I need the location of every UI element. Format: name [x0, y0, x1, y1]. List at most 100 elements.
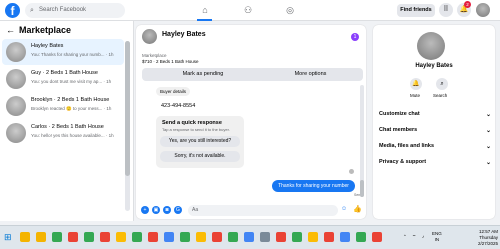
section-label: Customize chat: [379, 111, 420, 117]
contact-avatar[interactable]: [142, 29, 157, 44]
marketplace-sidebar: ← Marketplace Hayley Bates You: Thanks f…: [0, 21, 134, 221]
chrome-icon[interactable]: [100, 232, 110, 242]
clock-date: 2/27/2025: [477, 241, 498, 246]
quick-response-subtitle: Tap a response to send it to the buyer.: [162, 127, 230, 132]
camera-icon[interactable]: ▣: [152, 206, 160, 214]
quick-response-option[interactable]: Yes, are you still interested?: [160, 136, 240, 147]
back-arrow-icon[interactable]: ←: [6, 25, 15, 35]
chrome-icon[interactable]: [276, 232, 286, 242]
emoji-icon[interactable]: ☺: [341, 206, 347, 212]
menu-grid-icon[interactable]: ⠿: [439, 3, 453, 17]
find-friends-button[interactable]: Find friends: [397, 4, 435, 17]
thread-item[interactable]: Carlos · 2 Beds 1 Bath House You: hello!…: [2, 120, 124, 146]
chrome-icon[interactable]: [180, 232, 190, 242]
thread-thumbnail: [6, 96, 26, 116]
gif-icon[interactable]: G: [174, 206, 182, 214]
chevron-down-icon: ⌄: [485, 112, 491, 118]
search-icon[interactable]: ⌕: [436, 78, 448, 90]
sidebar-scrollbar-thumb[interactable]: [125, 41, 130, 176]
media-files-links-row[interactable]: Media, files and links ⌄: [379, 143, 491, 153]
chrome-icon[interactable]: [84, 232, 94, 242]
contact-profile-avatar[interactable]: [417, 32, 445, 60]
chrome-icon[interactable]: [148, 232, 158, 242]
thread-name: Hayley Bates: [31, 43, 64, 49]
windows-start-icon[interactable]: ⊞: [4, 232, 14, 242]
sidebar-scrollbar[interactable]: [125, 41, 130, 211]
chrome-icon[interactable]: [308, 232, 318, 242]
network-icon[interactable]: ⌔: [412, 234, 416, 240]
chrome-icon[interactable]: [116, 232, 126, 242]
chrome-icon[interactable]: [52, 232, 62, 242]
conversation-details-panel: Hayley Bates 🔔 Mute ⌕ Search Customize c…: [373, 25, 495, 219]
quick-response-card: Send a quick response Tap a response to …: [156, 116, 244, 168]
outgoing-message: Thanks for sharing your number: [272, 180, 355, 192]
chevron-down-icon: ⌄: [485, 144, 491, 150]
chrome-icon[interactable]: [196, 232, 206, 242]
contact-name[interactable]: Hayley Bates: [162, 31, 206, 38]
chrome-icon[interactable]: [68, 232, 78, 242]
search-input[interactable]: ⌕ Search Facebook: [25, 3, 125, 18]
thread-preview: You: hello! yes this house available... …: [31, 133, 114, 138]
listing-title[interactable]: $710 · 2 Beds 1 Bath House: [142, 59, 199, 64]
phone-number: 423-494-8554: [161, 103, 196, 109]
home-icon[interactable]: ⌂: [198, 4, 212, 17]
chrome-icon[interactable]: [228, 232, 238, 242]
chrome-icon[interactable]: [292, 232, 302, 242]
active-tab-indicator: [197, 19, 212, 21]
chat-window: Hayley Bates 1 Marketplace $710 · 2 Beds…: [136, 25, 366, 219]
sticker-icon[interactable]: ◙: [163, 206, 171, 214]
privacy-support-row[interactable]: Privacy & support ⌄: [379, 159, 491, 169]
chevron-down-icon: ⌄: [485, 128, 491, 134]
chat-scrollbar[interactable]: [360, 85, 364, 197]
mark-as-pending-button[interactable]: Mark as pending: [142, 68, 264, 81]
add-icon[interactable]: +: [141, 206, 149, 214]
thread-thumbnail: [6, 69, 26, 89]
chrome-icon[interactable]: [132, 232, 142, 242]
message-input[interactable]: Aa: [188, 205, 338, 216]
app-icon[interactable]: [260, 232, 270, 242]
thread-thumbnail: [6, 42, 26, 62]
thread-item[interactable]: Brooklyn · 2 Beds 1 Bath House Brooklyn …: [2, 93, 124, 119]
more-options-button[interactable]: More options: [258, 68, 363, 81]
file-explorer-icon[interactable]: [20, 232, 30, 242]
language-region: IN: [434, 237, 440, 242]
chrome-icon[interactable]: [324, 232, 334, 242]
thread-item[interactable]: Guy · 2 Beds 1 Bath House You: you dont …: [2, 66, 124, 92]
chrome-icon[interactable]: [212, 232, 222, 242]
chrome-icon[interactable]: [372, 232, 382, 242]
chrome-icon[interactable]: [244, 232, 254, 242]
chat-scrollbar-thumb[interactable]: [360, 180, 364, 197]
chat-info-badge[interactable]: 1: [351, 33, 359, 41]
thread-item[interactable]: Hayley Bates You: Thanks for sharing you…: [2, 39, 124, 65]
like-icon[interactable]: 👍: [353, 205, 362, 213]
friends-icon[interactable]: ⚇: [241, 4, 255, 17]
section-label: Chat members: [379, 127, 418, 133]
facebook-logo[interactable]: f: [5, 3, 20, 18]
thread-name: Brooklyn · 2 Beds 1 Bath House: [31, 97, 110, 103]
thread-preview: You: Thanks for sharing your numb... · 1…: [31, 52, 114, 57]
thread-name: Guy · 2 Beds 1 Bath House: [31, 70, 98, 76]
mute-bell-icon[interactable]: 🔔: [410, 78, 422, 90]
chrome-icon[interactable]: [164, 232, 174, 242]
customize-chat-row[interactable]: Customize chat ⌄: [379, 111, 491, 121]
chrome-icon[interactable]: [340, 232, 350, 242]
marketplace-label: Marketplace: [142, 53, 167, 58]
search-placeholder: Search Facebook: [39, 7, 87, 13]
chevron-down-icon: ⌄: [485, 160, 491, 166]
language-indicator[interactable]: ENG IN: [432, 231, 442, 243]
quick-response-title: Send a quick response: [162, 120, 222, 126]
thread-preview: Brooklyn reacted 🙂 to your mess... · 1h: [31, 106, 112, 111]
folder-icon[interactable]: [36, 232, 46, 242]
tray-chevron-icon[interactable]: ⌃: [403, 234, 407, 240]
chrome-icon[interactable]: [356, 232, 366, 242]
profile-avatar[interactable]: [476, 3, 490, 17]
mute-label: Mute: [410, 93, 421, 98]
section-label: Privacy & support: [379, 159, 427, 165]
groups-icon[interactable]: ◎: [283, 4, 297, 17]
system-clock[interactable]: 12:57 AM Thursday 2/27/2025: [462, 229, 498, 247]
quick-response-option[interactable]: Sorry, it's not available.: [160, 151, 240, 162]
chat-members-row[interactable]: Chat members ⌄: [379, 127, 491, 137]
volume-icon[interactable]: ♪: [422, 234, 424, 239]
buyer-details-bubble: Buyer details: [156, 87, 191, 96]
contact-profile-name[interactable]: Hayley Bates: [373, 63, 495, 69]
